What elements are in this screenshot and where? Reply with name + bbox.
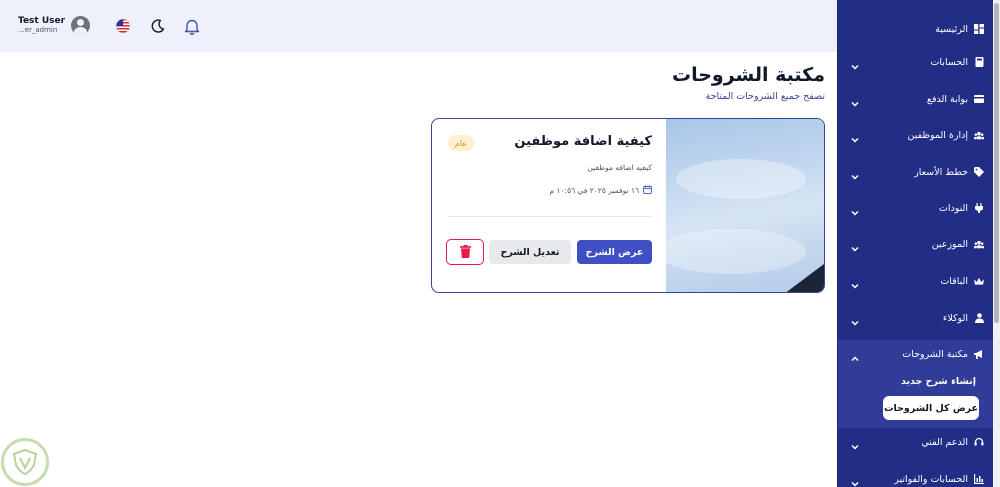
page-subtitle: تصفح جميع الشروحات المتاحة — [705, 91, 825, 102]
trash-icon — [459, 243, 471, 262]
chevron-down-icon — [850, 167, 860, 180]
sidebar-item-agents[interactable]: الوكلاء — [838, 304, 994, 332]
create-tutorial-link[interactable]: إنشاء شرح جديد — [901, 376, 976, 387]
dashboard-icon — [974, 24, 984, 34]
sidebar-item-label: الدعم الفني — [921, 436, 968, 448]
user-info: Test User ...er_admin — [18, 16, 65, 35]
sidebar-item-label: بوابة الدفع — [926, 93, 968, 105]
sidebar-item-packages[interactable]: الباقات — [838, 267, 994, 295]
chevron-down-icon — [850, 276, 860, 289]
tutorial-date-text: ١٦ نوفمبر ٢٠٢٥ في ١٠:٥٦ م — [549, 186, 639, 195]
sidebar-item-accounts[interactable]: الحسابات — [838, 48, 994, 76]
tutorial-description: كيفيه اضافه موظفين — [587, 163, 652, 172]
tag-icon — [974, 167, 984, 177]
tutorial-card: كيفية اضافة موظفين عام كيفيه اضافه موظفي… — [431, 118, 825, 293]
sidebar-item-nodes[interactable]: النودات — [838, 194, 994, 222]
sidebar-item-label: الرئيسية — [935, 23, 968, 35]
edit-tutorial-button[interactable]: تعديل الشرح — [489, 240, 571, 264]
calendar-icon — [643, 185, 652, 196]
chevron-down-icon — [850, 239, 860, 252]
users-icon — [974, 130, 984, 140]
crown-icon — [974, 276, 984, 286]
headset-icon — [974, 437, 984, 447]
tutorial-thumbnail[interactable] — [666, 119, 824, 292]
chevron-up-icon — [850, 349, 860, 362]
sidebar-item-label: إدارة الموظفين — [907, 129, 969, 141]
sidebar-item-label: الوكلاء — [942, 312, 968, 324]
agent-icon — [974, 313, 984, 323]
sidebar-submenu: إنشاء شرح جديد عرض كل الشروحات — [838, 368, 994, 428]
view-all-tutorials-link[interactable]: عرض كل الشروحات — [883, 396, 979, 420]
user-name: Test User — [18, 16, 66, 26]
chevron-down-icon — [850, 437, 860, 450]
people-icon — [974, 239, 984, 249]
sidebar-item-label: الباقات — [940, 275, 968, 287]
user-role: ...er_admin — [18, 26, 58, 34]
plug-icon — [974, 203, 984, 213]
moon-icon[interactable] — [148, 16, 168, 36]
sidebar-item-pricing-plans[interactable]: خطط الأسعار — [838, 158, 994, 186]
chart-icon — [974, 474, 984, 484]
chevron-down-icon — [850, 313, 860, 326]
card-divider — [448, 216, 652, 217]
sidebar-item-distributors[interactable]: الموزعين — [838, 230, 994, 258]
chevron-down-icon — [850, 474, 860, 487]
sidebar-item-label: الموزعين — [931, 238, 968, 250]
sidebar-item-label: مكتبة الشروحات — [902, 348, 968, 360]
scrollbar-thumb[interactable] — [994, 3, 999, 323]
sidebar-item-tutorial-library[interactable]: مكتبة الشروحات — [838, 340, 994, 368]
sidebar: إنشاء شرح جديد عرض كل الشروحات الرئيسية … — [837, 0, 994, 487]
chevron-down-icon — [850, 94, 860, 107]
bell-icon[interactable] — [182, 16, 202, 36]
chevron-down-icon — [850, 57, 860, 70]
chevron-down-icon — [850, 130, 860, 143]
user-menu[interactable]: Test User ...er_admin — [18, 16, 91, 35]
tutorial-title: كيفية اضافة موظفين — [514, 134, 652, 149]
view-tutorial-button[interactable]: عرض الشرح — [577, 240, 652, 264]
watermark-logo — [1, 438, 49, 486]
sidebar-item-label: خطط الأسعار — [914, 166, 968, 178]
sidebar-item-home[interactable]: الرئيسية — [838, 15, 994, 43]
sidebar-item-billing[interactable]: الحسابات والفواتير — [838, 465, 994, 487]
sidebar-item-label: الحسابات والفواتير — [894, 473, 968, 485]
megaphone-icon — [974, 349, 984, 359]
delete-tutorial-button[interactable] — [446, 239, 484, 265]
tutorial-card-body: كيفية اضافة موظفين عام كيفيه اضافه موظفي… — [432, 119, 668, 292]
sidebar-item-support[interactable]: الدعم الفني — [838, 428, 994, 456]
sidebar-item-payment-gateway[interactable]: بوابة الدفع — [838, 85, 994, 113]
tutorial-date: ١٦ نوفمبر ٢٠٢٥ في ١٠:٥٦ م — [549, 185, 652, 196]
top-header: Test User ...er_admin — [0, 0, 837, 52]
sidebar-item-label: النودات — [938, 202, 968, 214]
us-flag-icon[interactable] — [113, 16, 133, 36]
calculator-icon — [974, 57, 984, 67]
page-title: مكتبة الشروحات — [672, 64, 825, 86]
credit-card-icon — [974, 94, 984, 104]
category-badge: عام — [448, 135, 474, 151]
page-scrollbar[interactable] — [993, 0, 1000, 487]
chevron-down-icon — [850, 203, 860, 216]
sidebar-item-label: الحسابات — [930, 56, 968, 68]
avatar-icon[interactable] — [71, 16, 91, 35]
sidebar-item-employees[interactable]: إدارة الموظفين — [838, 121, 994, 149]
